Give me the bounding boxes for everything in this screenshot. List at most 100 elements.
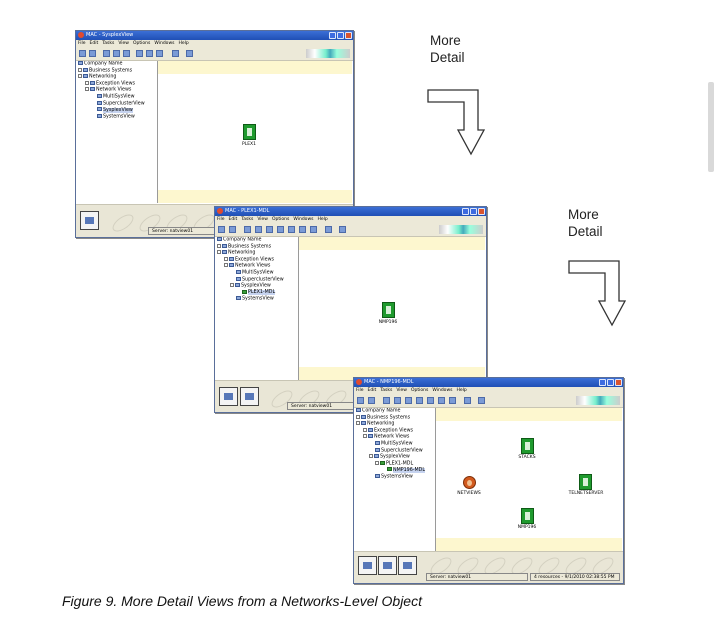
toolbar-button[interactable] xyxy=(405,397,412,404)
toolbar-button[interactable] xyxy=(172,50,179,57)
topology-canvas[interactable]: STACKS NETVIEWS TELNETSERVER NMP196 xyxy=(436,408,622,551)
minimize-button[interactable] xyxy=(329,32,336,39)
toolbar-button[interactable] xyxy=(383,397,390,404)
toolbar-button[interactable] xyxy=(438,397,445,404)
menu-edit[interactable]: Edit xyxy=(229,217,238,222)
tree-item[interactable]: Network Views xyxy=(77,87,157,94)
tree-item[interactable]: Networking xyxy=(355,421,435,428)
expand-icon[interactable] xyxy=(363,434,367,439)
expand-icon[interactable] xyxy=(356,414,360,419)
expand-icon[interactable] xyxy=(224,256,228,261)
tree-item[interactable]: Exception Views xyxy=(77,80,157,88)
toolbar-button[interactable] xyxy=(478,397,485,404)
tree-item[interactable]: MultiSysView xyxy=(216,269,298,277)
toolbar-button[interactable] xyxy=(427,397,434,404)
expand-icon[interactable] xyxy=(78,67,82,72)
toolbar-button[interactable] xyxy=(464,397,471,404)
toolbar-button[interactable] xyxy=(146,50,153,57)
toolbar-button[interactable] xyxy=(79,50,86,57)
toolbar-button[interactable] xyxy=(123,50,130,57)
tree-item[interactable]: Business Systems xyxy=(77,67,157,75)
resource-node-icon[interactable] xyxy=(243,124,256,140)
view-selector-icon[interactable] xyxy=(358,556,377,575)
toolbar-button[interactable] xyxy=(394,397,401,404)
menu-edit[interactable]: Edit xyxy=(90,41,99,46)
tree-item[interactable]: Exception Views xyxy=(355,427,435,435)
menu-view[interactable]: View xyxy=(396,388,407,393)
toolbar-button[interactable] xyxy=(288,226,295,233)
tree-item[interactable]: SystemsView xyxy=(355,473,435,481)
view-selector-icon[interactable] xyxy=(80,211,99,230)
tree-item[interactable]: Network Views xyxy=(355,434,435,441)
menu-options[interactable]: Options xyxy=(411,388,428,393)
server-dropdown[interactable]: Server: natview01 xyxy=(426,573,528,581)
menu-help[interactable]: Help xyxy=(456,388,466,393)
tree-item[interactable]: SuperclusterView xyxy=(355,447,435,455)
expand-icon[interactable] xyxy=(78,74,82,79)
view-selector-icon[interactable] xyxy=(240,387,259,406)
view-selector-icon[interactable] xyxy=(219,387,238,406)
tree-item[interactable]: MultiSysView xyxy=(355,440,435,448)
tree-item[interactable]: Company Name xyxy=(216,237,298,244)
menu-file[interactable]: File xyxy=(217,217,225,222)
tree-item[interactable]: Business Systems xyxy=(355,414,435,422)
tree-item[interactable]: Networking xyxy=(216,250,298,257)
view-selector-icon[interactable] xyxy=(398,556,417,575)
toolbar-button[interactable] xyxy=(156,50,163,57)
tree-item[interactable]: PLEX1-MDL xyxy=(216,289,298,297)
toolbar-button[interactable] xyxy=(218,226,225,233)
menu-view[interactable]: View xyxy=(257,217,268,222)
menu-file[interactable]: File xyxy=(356,388,364,393)
expand-icon[interactable] xyxy=(363,427,367,432)
toolbar-button[interactable] xyxy=(325,226,332,233)
tree-item[interactable]: SysplexView xyxy=(77,107,157,114)
toolbar-button[interactable] xyxy=(113,50,120,57)
expand-icon[interactable] xyxy=(356,421,360,426)
toolbar-button[interactable] xyxy=(186,50,193,57)
tree-item[interactable]: NMP196-MDL xyxy=(355,467,435,474)
toolbar-button[interactable] xyxy=(244,226,251,233)
tree-item[interactable]: SystemsView xyxy=(77,113,157,121)
toolbar-button[interactable] xyxy=(310,226,317,233)
expand-icon[interactable] xyxy=(85,80,89,85)
resource-node-icon[interactable] xyxy=(579,474,592,490)
menu-windows[interactable]: Windows xyxy=(432,388,452,393)
resource-node-icon[interactable] xyxy=(521,438,534,454)
tree-item[interactable]: SysplexView xyxy=(355,454,435,461)
expand-icon[interactable] xyxy=(85,87,89,92)
menu-view[interactable]: View xyxy=(118,41,129,46)
toolbar-button[interactable] xyxy=(266,226,273,233)
maximize-button[interactable] xyxy=(607,379,614,386)
resource-node-icon[interactable] xyxy=(521,508,534,524)
minimize-button[interactable] xyxy=(599,379,606,386)
expand-icon[interactable] xyxy=(375,460,379,465)
toolbar-button[interactable] xyxy=(449,397,456,404)
expand-icon[interactable] xyxy=(217,250,221,255)
tree-item[interactable]: SuperclusterView xyxy=(77,100,157,108)
menu-windows[interactable]: Windows xyxy=(154,41,174,46)
tree-item[interactable]: Company Name xyxy=(77,61,157,68)
tree-item[interactable]: PLEX1-MDL xyxy=(355,460,435,468)
toolbar-button[interactable] xyxy=(255,226,262,233)
menu-tasks[interactable]: Tasks xyxy=(241,217,253,222)
resource-node-icon[interactable] xyxy=(463,476,476,489)
tree-item[interactable]: MultiSysView xyxy=(77,93,157,101)
view-selector-icon[interactable] xyxy=(378,556,397,575)
close-button[interactable] xyxy=(478,208,485,215)
expand-icon[interactable] xyxy=(224,263,228,268)
tree-item[interactable]: SysplexView xyxy=(216,283,298,290)
tree-item[interactable]: SystemsView xyxy=(216,296,298,303)
close-button[interactable] xyxy=(345,32,352,39)
toolbar-button[interactable] xyxy=(299,226,306,233)
menu-file[interactable]: File xyxy=(78,41,86,46)
topology-canvas[interactable]: NMP196 xyxy=(299,237,485,380)
toolbar-button[interactable] xyxy=(229,226,236,233)
tree-item[interactable]: Business Systems xyxy=(216,243,298,251)
toolbar-button[interactable] xyxy=(103,50,110,57)
toolbar-button[interactable] xyxy=(339,226,346,233)
tree-item[interactable]: Exception Views xyxy=(216,256,298,264)
toolbar-button[interactable] xyxy=(277,226,284,233)
menu-edit[interactable]: Edit xyxy=(368,388,377,393)
tree-item[interactable]: Network Views xyxy=(216,263,298,270)
resource-node-icon[interactable] xyxy=(382,302,395,318)
